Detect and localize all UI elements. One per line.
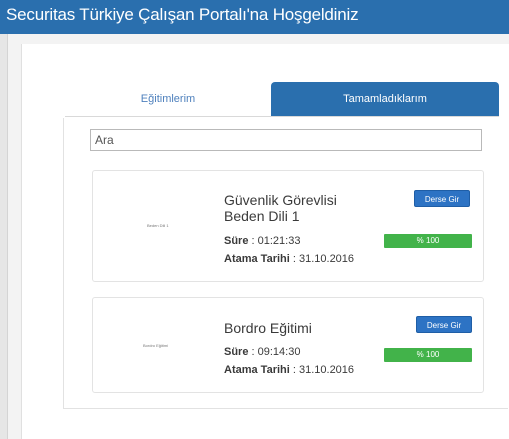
course-card: Bordro Eğitimi Bordro Eğitimi Süre : 09:… xyxy=(92,297,484,393)
search-box xyxy=(90,129,482,151)
tab-divider xyxy=(65,116,499,117)
course-assign-date: Atama Tarihi : 31.10.2016 xyxy=(224,364,355,376)
course-title-line2: Beden Dili 1 xyxy=(224,208,300,224)
header-bar: Securitas Türkiye Çalışan Portalı'na Hoş… xyxy=(0,0,509,34)
duration-value: 01:21:33 xyxy=(257,235,301,247)
course-duration: Süre : 09:14:30 xyxy=(224,346,301,358)
enter-course-button[interactable]: Derse Gir xyxy=(416,316,472,333)
assign-label: Atama Tarihi xyxy=(224,253,290,265)
course-duration: Süre : 01:21:33 xyxy=(224,235,301,247)
page-title: Securitas Türkiye Çalışan Portalı'na Hoş… xyxy=(6,5,359,24)
course-assign-date: Atama Tarihi : 31.10.2016 xyxy=(224,253,355,265)
tab-tamamladiklarim[interactable]: Tamamladıklarım xyxy=(271,82,499,116)
assign-label: Atama Tarihi xyxy=(224,364,290,376)
progress-bar: % 100 xyxy=(384,234,472,248)
assign-value: 31.10.2016 xyxy=(298,253,355,265)
course-thumbnail: Bordro Eğitimi xyxy=(143,343,169,348)
duration-label: Süre xyxy=(224,235,249,247)
duration-value: 09:14:30 xyxy=(257,346,301,358)
tab-egitimlerim[interactable]: Eğitimlerim xyxy=(65,82,271,116)
assign-value: 31.10.2016 xyxy=(298,364,355,376)
course-card: Beden Dili 1 Güvenlik Görevlisi Beden Di… xyxy=(92,170,484,282)
enter-course-button[interactable]: Derse Gir xyxy=(414,190,470,207)
course-title: Bordro Eğitimi xyxy=(224,320,312,336)
left-edge xyxy=(0,34,8,439)
course-thumbnail: Beden Dili 1 xyxy=(147,223,169,228)
duration-label: Süre xyxy=(224,346,249,358)
search-input[interactable] xyxy=(91,131,475,149)
progress-bar: % 100 xyxy=(384,348,472,362)
course-title: Güvenlik Görevlisi xyxy=(224,192,337,208)
